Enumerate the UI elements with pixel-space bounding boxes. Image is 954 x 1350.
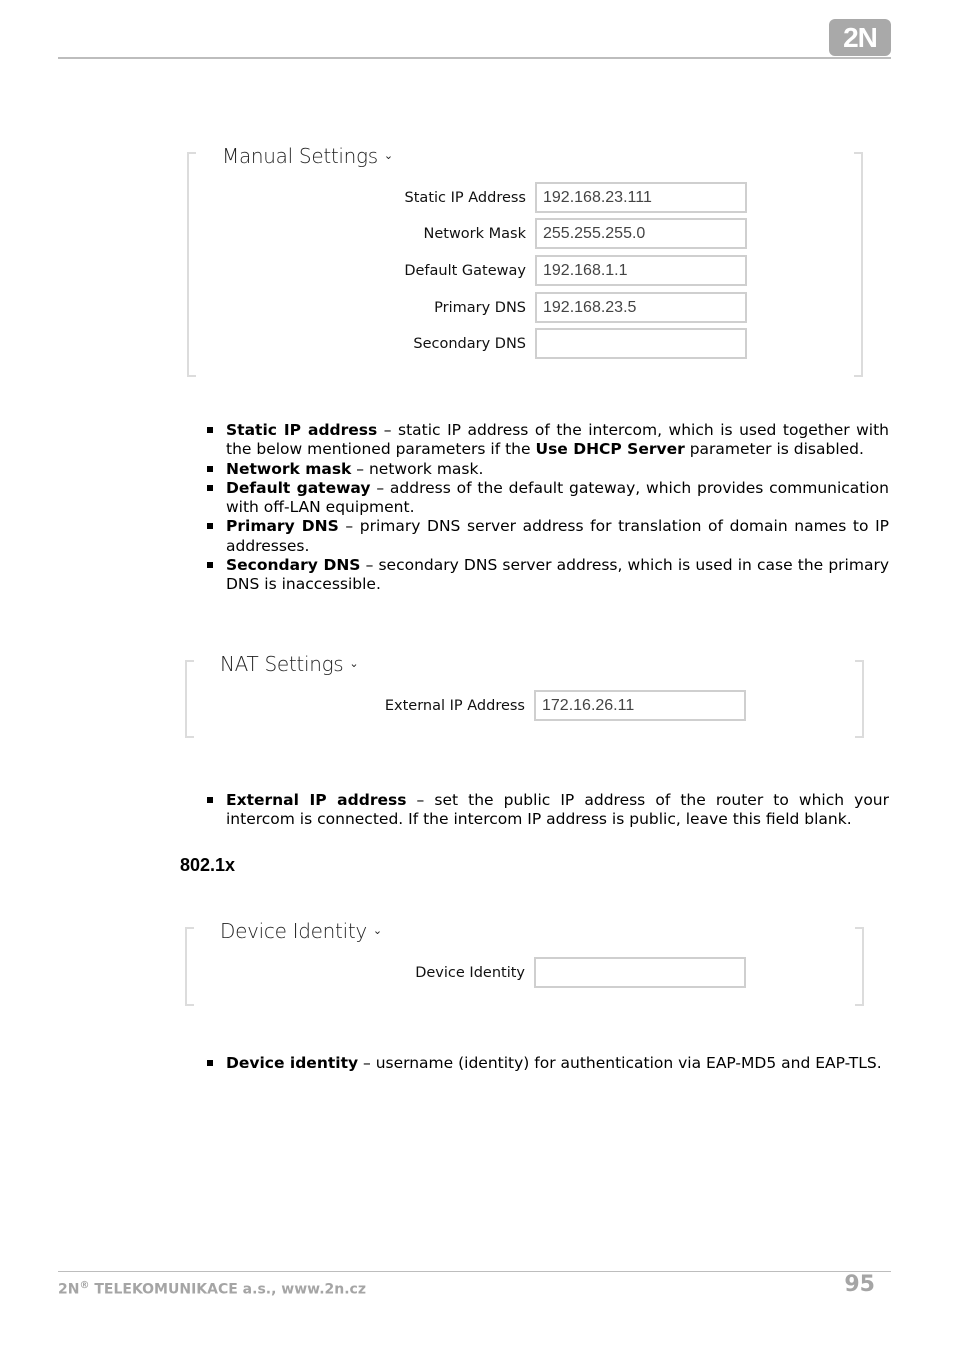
list-item: Device identity – username (identity) fo… xyxy=(204,1054,889,1073)
secondary-dns-input[interactable] xyxy=(535,328,747,359)
term: Network mask xyxy=(226,459,352,478)
nat-settings-panel: NAT Settings ⌄ External IP Address xyxy=(185,652,864,738)
bullet-icon xyxy=(207,562,213,569)
panel-title: Manual Settings xyxy=(222,144,378,168)
term: Static IP address xyxy=(226,421,378,439)
field-label: External IP Address xyxy=(384,697,525,714)
static-ip-input[interactable] xyxy=(535,182,747,213)
list-item: Primary DNS – primary DNS server address… xyxy=(204,517,889,556)
page-number: 95 xyxy=(844,1272,875,1297)
description: – username (identity) for authentication… xyxy=(358,1054,882,1072)
field-device-identity: Device Identity xyxy=(325,957,746,988)
panel-bracket-left xyxy=(187,152,196,377)
term: Primary DNS xyxy=(226,517,339,536)
bullet-icon xyxy=(207,797,213,803)
registered-mark: ® xyxy=(79,1280,90,1291)
chevron-down-icon: ⌄ xyxy=(383,149,393,162)
nat-settings-descriptions: External IP address – set the public IP … xyxy=(204,791,889,830)
field-label: Default Gateway xyxy=(404,262,526,279)
field-label: Secondary DNS xyxy=(413,335,526,352)
chevron-down-icon: ⌄ xyxy=(349,657,359,670)
2n-logo: 2N xyxy=(829,19,891,56)
footer-divider xyxy=(58,1271,891,1272)
primary-dns-input[interactable] xyxy=(535,292,747,323)
bullet-icon xyxy=(207,523,213,530)
field-static-ip: Static IP Address xyxy=(326,182,747,213)
description: parameter is disabled. xyxy=(684,440,864,459)
field-label: Static IP Address xyxy=(404,189,526,206)
list-item: Default gateway – address of the default… xyxy=(204,479,889,518)
panel-bracket-left xyxy=(185,927,194,1006)
panel-title: Device Identity xyxy=(220,919,367,943)
field-label: Primary DNS xyxy=(434,299,526,316)
term: Use DHCP Server xyxy=(535,440,685,459)
field-label: Device Identity xyxy=(415,964,525,981)
external-ip-input[interactable] xyxy=(534,690,746,721)
device-identity-panel: Device Identity ⌄ Device Identity xyxy=(185,919,864,1006)
list-item: Secondary DNS – secondary DNS server add… xyxy=(204,556,889,595)
list-item: Static IP address – static IP address of… xyxy=(204,421,889,460)
field-network-mask: Network Mask xyxy=(326,218,747,249)
device-identity-descriptions: Device identity – username (identity) fo… xyxy=(204,1054,889,1073)
header-divider xyxy=(58,57,891,59)
device-identity-input[interactable] xyxy=(534,957,746,988)
device-identity-toggle[interactable]: Device Identity ⌄ xyxy=(220,919,382,943)
manual-settings-toggle[interactable]: Manual Settings ⌄ xyxy=(222,144,393,168)
field-label: Network Mask xyxy=(423,225,527,242)
panel-bracket-right xyxy=(854,152,863,377)
chevron-down-icon: ⌄ xyxy=(372,924,382,937)
field-primary-dns: Primary DNS xyxy=(326,292,747,323)
term: External IP address xyxy=(226,791,407,809)
network-mask-input[interactable] xyxy=(535,218,747,249)
term: Default gateway xyxy=(226,478,371,497)
panel-bracket-left xyxy=(185,660,194,738)
manual-settings-descriptions: Static IP address – static IP address of… xyxy=(204,421,889,595)
field-default-gateway: Default Gateway xyxy=(326,255,747,286)
footer-company: 2N® TELEKOMUNIKACE a.s., www.2n.cz xyxy=(58,1280,366,1298)
panel-bracket-right xyxy=(855,927,864,1006)
bullet-icon xyxy=(207,427,213,433)
manual-settings-panel: Manual Settings ⌄ Static IP Address Netwo… xyxy=(187,144,863,377)
company-rest: TELEKOMUNIKACE a.s., www.2n.cz xyxy=(89,1281,366,1298)
section-heading-8021x: 802.1x xyxy=(180,855,236,875)
default-gateway-input[interactable] xyxy=(535,255,747,286)
term: Device identity xyxy=(226,1054,359,1072)
bullet-icon xyxy=(207,465,213,472)
company-prefix: 2N xyxy=(58,1281,80,1298)
list-item: External IP address – set the public IP … xyxy=(204,791,889,830)
logo-text: 2N xyxy=(843,21,878,53)
field-external-ip: External IP Address xyxy=(325,690,746,721)
description: – network mask. xyxy=(351,459,484,478)
field-secondary-dns: Secondary DNS xyxy=(326,328,747,359)
bullet-icon xyxy=(207,484,213,491)
list-item: Network mask – network mask. xyxy=(204,460,889,479)
panel-bracket-right xyxy=(855,660,864,738)
panel-title: NAT Settings xyxy=(220,652,344,676)
term: Secondary DNS xyxy=(226,556,361,575)
nat-settings-toggle[interactable]: NAT Settings ⌄ xyxy=(220,652,359,676)
bullet-icon xyxy=(207,1060,213,1066)
